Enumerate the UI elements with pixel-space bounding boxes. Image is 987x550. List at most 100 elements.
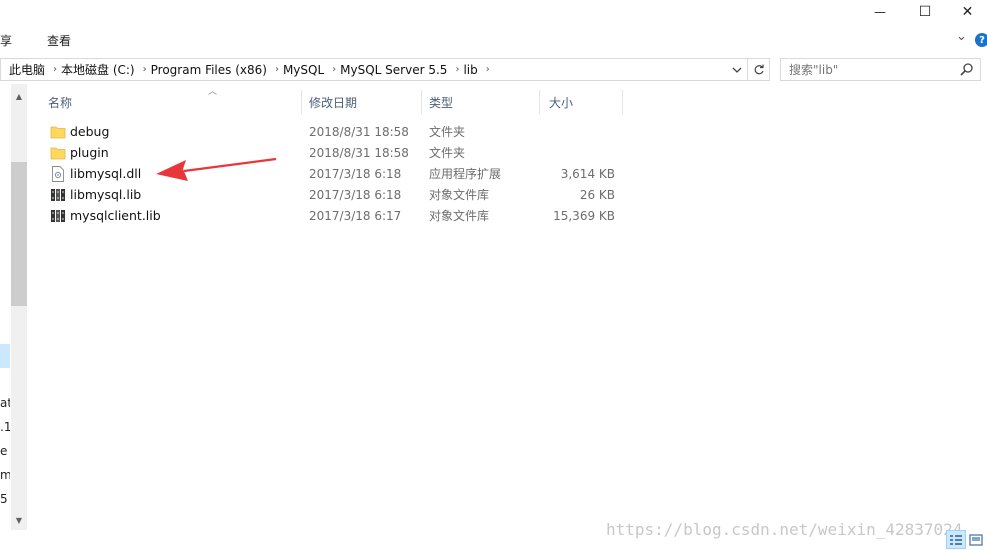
refresh-icon [754,64,764,74]
scroll-down-icon[interactable]: ▼ [11,512,27,528]
file-name-cell: mysqlclient.lib [50,205,161,226]
breadcrumb-item[interactable]: MySQL Server 5.5 › [340,63,459,77]
breadcrumb: 此电脑 › 本地磁盘 (C:) › Program Files (x86) › MySQL ›… [1,61,494,78]
file-size: 26 KB [579,187,615,202]
nav-scrollbar[interactable]: ▲ ▼ [11,84,27,530]
file-row[interactable]: libmysql.dll 2017/3/18 6:18 应用程序扩展 3,614… [40,163,640,184]
file-row[interactable]: debug 2018/8/31 18:58 文件夹 [40,121,640,142]
thumbnail-view-button[interactable] [966,530,986,549]
breadcrumb-item[interactable]: 本地磁盘 (C:) › [61,61,147,78]
ribbon-expand-icon[interactable]: ⌄ [956,29,967,44]
file-type: 文件夹 [429,125,466,139]
search-box[interactable] [780,58,981,81]
file-row[interactable]: libmysql.lib 2017/3/18 6:18 对象文件库 26 KB [40,184,640,205]
column-size[interactable]: 大小 [540,88,623,116]
scroll-up-icon[interactable]: ▲ [11,88,27,104]
address-dropdown-button[interactable] [727,59,747,80]
file-date: 2017/3/18 6:18 [309,187,402,202]
file-date: 2017/3/18 6:18 [309,166,402,181]
breadcrumb-label: lib [463,62,478,77]
folder-icon [50,145,66,161]
breadcrumb-label: MySQL Server 5.5 [340,62,448,77]
dll-file-icon [50,165,66,182]
maximize-icon: ☐ [918,4,932,20]
column-size-label: 大小 [549,95,574,110]
column-type[interactable]: 类型 [422,88,540,116]
help-icon[interactable]: ? [975,33,987,47]
file-name: libmysql.lib [70,187,142,202]
breadcrumb-item[interactable]: 此电脑 › [9,61,57,78]
file-size: 3,614 KB [560,166,615,181]
address-row: 此电脑 › 本地磁盘 (C:) › Program Files (x86) › MySQL ›… [0,56,987,83]
file-size [545,142,615,163]
annotation-arrow-icon [156,157,277,181]
breadcrumb-item[interactable]: MySQL › [283,63,336,77]
file-name: mysqlclient.lib [70,208,161,223]
search-input[interactable] [781,59,951,80]
tab-share[interactable]: 共享 [0,32,12,49]
nav-item-fragment[interactable]: ati [0,396,10,410]
file-row[interactable]: mysqlclient.lib 2017/3/18 6:17 对象文件库 15,… [40,205,640,226]
breadcrumb-separator-icon[interactable]: › [275,64,279,75]
scrollbar-thumb[interactable] [11,162,27,306]
minimize-icon: — [874,5,886,19]
breadcrumb-label: Program Files (x86) [150,62,267,77]
chevron-down-icon [732,67,742,73]
breadcrumb-label: MySQL [282,62,325,77]
column-date-label: 修改日期 [309,95,358,110]
folder-icon [50,124,66,140]
nav-item-fragment[interactable]: e [0,444,10,458]
file-name-cell: libmysql.dll [50,163,141,184]
file-type: 对象文件库 [429,188,490,202]
file-size: 15,369 KB [553,208,615,223]
breadcrumb-separator-icon[interactable]: › [332,64,336,75]
file-type: 应用程序扩展 [429,167,502,181]
file-date: 2018/8/31 18:58 [309,145,409,160]
nav-item-fragment[interactable]: .1 [0,420,10,434]
column-name[interactable]: 名称 [40,88,302,116]
breadcrumb-separator-icon[interactable]: › [143,64,147,75]
details-view-icon [950,534,962,545]
file-size [545,121,615,142]
library-file-icon [50,187,66,203]
nav-item-fragment[interactable]: 5 [0,492,10,506]
file-name-cell: libmysql.lib [50,184,141,205]
minimize-button[interactable]: — [857,0,903,24]
nav-item-fragment[interactable]: mp [0,468,10,482]
breadcrumb-item[interactable]: Program Files (x86) › [151,63,279,77]
file-name: debug [70,124,110,139]
file-row[interactable]: plugin 2018/8/31 18:58 文件夹 [40,142,640,163]
nav-selected-item[interactable] [0,344,10,368]
library-file-icon [50,208,66,224]
close-icon: ✕ [961,4,974,20]
column-header: ︿ 名称 修改日期 类型 大小 [40,87,640,116]
breadcrumb-item[interactable]: lib › [463,63,489,77]
file-type: 对象文件库 [429,209,490,223]
file-name: plugin [70,145,109,160]
column-name-label: 名称 [48,95,73,110]
view-toggle [946,530,987,550]
file-date: 2018/8/31 18:58 [309,124,409,139]
file-name: libmysql.dll [70,166,142,181]
address-bar[interactable]: 此电脑 › 本地磁盘 (C:) › Program Files (x86) › MySQL ›… [0,58,748,81]
file-name-cell: plugin [50,142,109,163]
column-date[interactable]: 修改日期 [302,88,422,116]
breadcrumb-label: 本地磁盘 (C:) [61,63,135,77]
breadcrumb-separator-icon[interactable]: › [53,64,57,75]
maximize-button[interactable]: ☐ [902,0,948,24]
file-type: 文件夹 [429,146,466,160]
close-button[interactable]: ✕ [948,0,987,24]
refresh-button[interactable] [748,58,770,81]
navigation-pane: ati .1 e mp 5 ▲ ▼ [0,84,28,530]
file-date: 2017/3/18 6:17 [309,208,402,223]
column-divider[interactable] [622,90,623,114]
breadcrumb-separator-icon[interactable]: › [455,64,459,75]
details-view-button[interactable] [946,530,966,549]
search-icon[interactable] [960,62,974,76]
title-bar: — ☐ ✕ [0,0,987,24]
breadcrumb-separator-icon[interactable]: › [486,64,490,75]
thumbnail-view-icon [969,533,983,546]
tab-view[interactable]: 查看 [47,32,71,49]
breadcrumb-label: 此电脑 [9,63,46,77]
file-list: debug 2018/8/31 18:58 文件夹 plugin 2018/8/… [40,121,640,226]
